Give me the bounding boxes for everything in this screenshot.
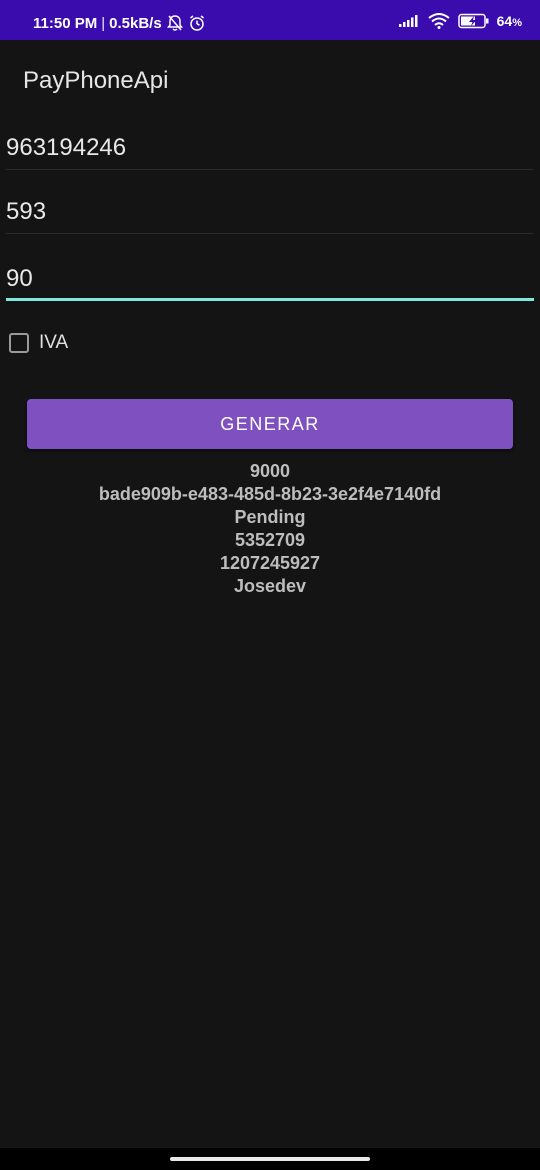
status-left: 11:50 PM | 0.5kB/s: [33, 14, 206, 32]
country-code-value: 593: [6, 198, 47, 225]
status-time: 11:50 PM: [33, 14, 98, 32]
country-code-field[interactable]: 593: [6, 186, 534, 234]
result-client-id: 1207245927: [219, 553, 321, 573]
battery-charging-icon: [457, 13, 490, 29]
signal-icon: [398, 14, 420, 28]
result-reference: 5352709: [234, 530, 306, 550]
status-network-speed: 0.5kB/s: [109, 14, 162, 32]
status-separator: |: [101, 14, 106, 32]
country-code-field-underline: [6, 233, 534, 234]
results-list: 9000 bade909b-e483-485d-8b23-3e2f4e7140f…: [0, 460, 540, 598]
wifi-icon: [427, 13, 451, 29]
app-bar: PayPhoneApi: [0, 40, 540, 122]
status-bar: 11:50 PM | 0.5kB/s 64%: [0, 0, 540, 40]
iva-label: IVA: [39, 332, 69, 353]
result-status: Pending: [234, 507, 306, 527]
alarm-clock-icon: [188, 14, 206, 32]
app-title: PayPhoneApi: [23, 67, 169, 94]
iva-checkbox-row[interactable]: IVA: [9, 332, 68, 354]
app-screen: 11:50 PM | 0.5kB/s 64% PayPhoneApi 96319…: [0, 0, 540, 1170]
phone-value: 963194246: [6, 134, 127, 161]
generar-button[interactable]: GENERAR: [27, 399, 513, 449]
navigation-bar: [0, 1148, 540, 1170]
silent-alarm-icon: [166, 14, 184, 32]
result-username: Josedev: [233, 576, 307, 596]
amount-field[interactable]: 90: [6, 253, 534, 301]
battery-level: 64%: [496, 13, 522, 29]
phone-field-underline: [6, 169, 534, 170]
phone-field[interactable]: 963194246: [6, 122, 534, 170]
result-transaction-id: bade909b-e483-485d-8b23-3e2f4e7140fd: [98, 484, 442, 504]
home-indicator[interactable]: [170, 1157, 370, 1161]
amount-value: 90: [6, 265, 33, 292]
amount-field-underline: [6, 298, 534, 301]
result-amount: 9000: [249, 461, 291, 481]
iva-checkbox[interactable]: [9, 333, 29, 353]
status-right: 64%: [398, 13, 522, 29]
